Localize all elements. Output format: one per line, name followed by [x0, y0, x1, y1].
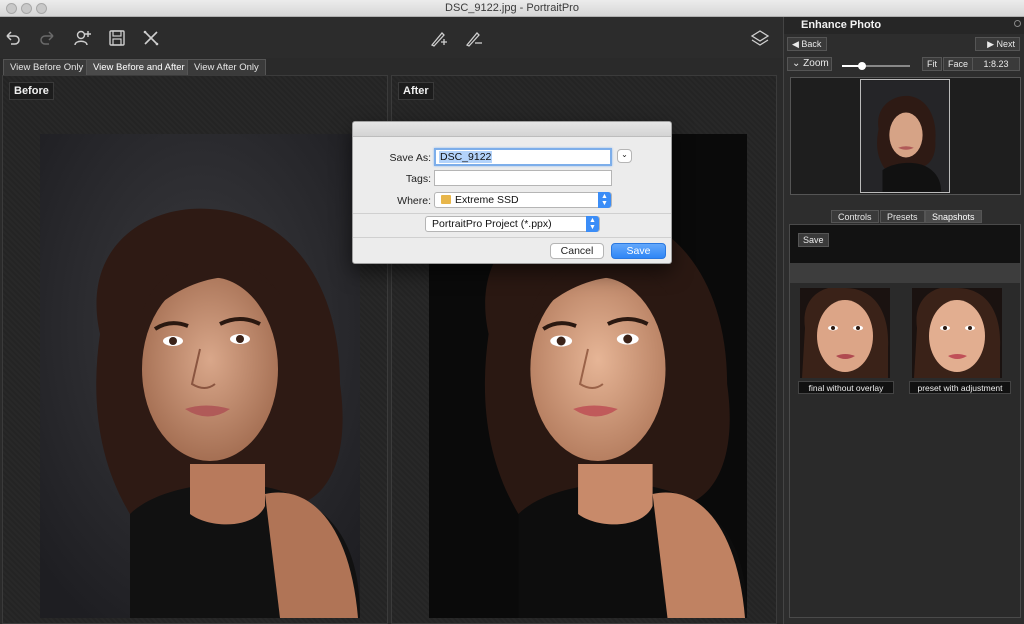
zoom-toggle[interactable]: ⌄ Zoom: [787, 57, 832, 71]
window-titlebar: DSC_9122.jpg - PortraitPro: [0, 0, 1024, 17]
after-label: After: [398, 82, 434, 100]
navigator-preview[interactable]: [790, 77, 1021, 195]
before-label: Before: [9, 82, 54, 100]
redo-icon[interactable]: [37, 28, 57, 48]
close-x-icon[interactable]: [141, 28, 161, 48]
format-stepper-icon: ▲ ▼: [586, 216, 599, 232]
save-disk-icon[interactable]: [107, 28, 127, 48]
enhance-photo-panel: Enhance Photo ◀ Back ▶ Next ⌄ Zoom Fit F…: [783, 17, 1024, 624]
snapshot-label-2: preset with adjustment: [909, 381, 1011, 394]
where-label: Where:: [397, 195, 431, 207]
tab-view-before-only[interactable]: View Before Only: [3, 59, 91, 75]
before-photo[interactable]: [40, 134, 360, 618]
main-workspace: View Before Only View Before and After V…: [0, 17, 783, 624]
snapshots-panel: Save final without overlay preset with a…: [789, 224, 1021, 618]
snapshot-label-1: final without overlay: [798, 381, 894, 394]
dialog-titlebar: [353, 122, 671, 137]
where-value: Extreme SSD: [455, 194, 519, 206]
tab-view-before-and-after[interactable]: View Before and After: [86, 59, 192, 75]
fit-button[interactable]: Fit: [922, 57, 942, 71]
tab-controls[interactable]: Controls: [831, 210, 879, 223]
snapshot-thumb-1[interactable]: [800, 288, 890, 378]
panel-settings-icon[interactable]: [1014, 20, 1021, 27]
tab-snapshots[interactable]: Snapshots: [925, 210, 982, 223]
snapshot-thumb-2[interactable]: [912, 288, 1002, 378]
face-button[interactable]: Face: [943, 57, 974, 71]
panel-title: Enhance Photo: [801, 19, 882, 31]
save-dialog: Save As: DSC_9122 ⌄ Tags: Where: Extreme…: [352, 121, 672, 264]
zoom-label: Zoom: [803, 58, 829, 69]
format-value: PortraitPro Project (*.ppx): [432, 218, 552, 230]
tab-presets[interactable]: Presets: [880, 210, 925, 223]
zoom-slider-knob[interactable]: [858, 62, 866, 70]
toolbar: [0, 17, 783, 58]
drive-icon: [441, 195, 451, 204]
brush-add-icon[interactable]: [428, 28, 448, 48]
tab-view-after-only[interactable]: View After Only: [187, 59, 266, 75]
save-as-value: DSC_9122: [439, 151, 493, 163]
back-label: Back: [801, 39, 822, 49]
dialog-separator-bottom: [353, 237, 671, 238]
zoom-ratio: 1:8.23: [972, 57, 1020, 71]
save-button[interactable]: Save: [611, 243, 666, 259]
tags-label: Tags:: [405, 173, 431, 185]
tags-field[interactable]: [434, 170, 612, 186]
back-button[interactable]: ◀ Back: [787, 37, 827, 51]
chevron-down-icon: ⌄: [792, 58, 804, 69]
where-stepper-icon: ▲ ▼: [598, 192, 611, 208]
snapshots-toolbar: Save: [790, 225, 1020, 263]
before-pane[interactable]: Before: [2, 75, 388, 624]
next-label: Next: [996, 39, 1015, 49]
save-as-field[interactable]: DSC_9122: [434, 148, 612, 166]
add-person-icon[interactable]: [73, 28, 93, 48]
where-select[interactable]: Extreme SSD ▲ ▼: [434, 192, 612, 208]
cancel-button[interactable]: Cancel: [550, 243, 604, 259]
dialog-separator: [353, 213, 671, 214]
back-arrow-icon: ◀: [792, 39, 802, 49]
navigator-viewport[interactable]: [860, 79, 950, 193]
next-button[interactable]: ▶ Next: [975, 37, 1020, 51]
brush-remove-icon[interactable]: [463, 28, 483, 48]
expand-dialog-button[interactable]: ⌄: [617, 149, 632, 163]
zoom-slider[interactable]: [842, 61, 910, 71]
panel-header: Enhance Photo: [784, 17, 1024, 34]
undo-icon[interactable]: [3, 28, 23, 48]
window-title: DSC_9122.jpg - PortraitPro: [445, 2, 579, 14]
save-as-label: Save As:: [389, 152, 431, 164]
snapshots-divider-bar: [790, 263, 1020, 283]
format-select[interactable]: PortraitPro Project (*.ppx) ▲ ▼: [425, 216, 600, 232]
snapshot-save-button[interactable]: Save: [798, 233, 829, 247]
layers-icon[interactable]: [750, 28, 770, 48]
